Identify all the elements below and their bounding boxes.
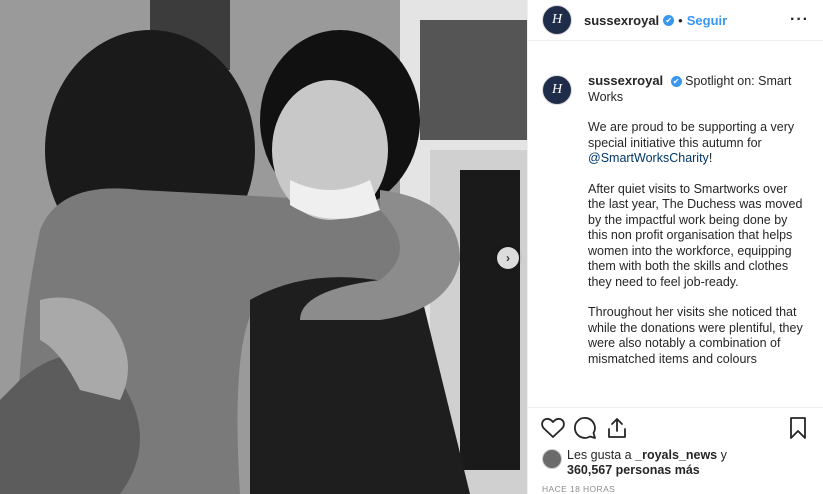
post-timestamp[interactable]: HACE 18 HORAS (528, 478, 823, 494)
follow-button[interactable]: Seguir (687, 13, 727, 28)
heart-icon (541, 417, 565, 438)
likes-conjunction: y (720, 448, 727, 462)
caption-text: sussexroyal ✔ Spotlight on: Smart Works … (588, 73, 807, 367)
mention-link[interactable]: @SmartWorksCharity (588, 151, 709, 165)
post-header: H sussexroyal ✔ • Seguir ··· (528, 0, 823, 41)
more-options-icon[interactable]: ··· (790, 11, 809, 29)
likes-count[interactable]: 360,567 (567, 463, 612, 477)
caption-username[interactable]: sussexroyal (588, 73, 663, 88)
verified-badge-icon: ✔ (670, 76, 682, 88)
post-side-panel: H sussexroyal ✔ • Seguir ··· H sussexroy… (527, 0, 823, 494)
avatar-monogram: H (551, 82, 563, 97)
liker-avatar[interactable] (542, 449, 562, 469)
share-button[interactable] (604, 415, 630, 441)
likes-summary: Les gusta a _royals_news y 360,567 perso… (528, 446, 823, 478)
likes-text: Les gusta a _royals_news y 360,567 perso… (567, 448, 727, 478)
verified-badge-icon: ✔ (663, 14, 675, 26)
caption-row: H sussexroyal ✔ Spotlight on: Smart Work… (542, 73, 807, 367)
like-button[interactable] (540, 415, 566, 441)
caption-paragraph-3: Throughout her visits she noticed that w… (588, 305, 803, 366)
comment-icon (574, 417, 596, 439)
avatar-monogram: H (551, 12, 563, 27)
caption-avatar[interactable]: H (542, 75, 572, 105)
post-photo[interactable]: › (0, 0, 527, 494)
bookmark-icon (790, 417, 806, 439)
caption-area[interactable]: H sussexroyal ✔ Spotlight on: Smart Work… (528, 41, 823, 408)
caption-paragraph-2: After quiet visits to Smartworks over th… (588, 181, 803, 289)
chevron-right-icon: › (506, 251, 510, 265)
separator-dot: • (678, 12, 683, 28)
header-username[interactable]: sussexroyal (584, 13, 659, 28)
mention-suffix: ! (708, 151, 713, 165)
photo-illustration (0, 0, 527, 494)
share-upload-icon (608, 418, 626, 438)
account-avatar[interactable]: H (542, 5, 572, 35)
liker-username[interactable]: _royals_news (635, 448, 717, 462)
carousel-next-button[interactable]: › (497, 247, 519, 269)
action-bar (528, 410, 823, 446)
likes-suffix[interactable]: personas más (616, 463, 700, 477)
caption-paragraph-1-text: We are proud to be supporting a very spe… (588, 120, 795, 150)
likes-prefix: Les gusta a (567, 448, 632, 462)
instagram-post: › H sussexroyal ✔ • Seguir ··· H sussexr… (0, 0, 823, 494)
comment-button[interactable] (572, 415, 598, 441)
save-button[interactable] (785, 415, 811, 441)
caption-paragraph-1: We are proud to be supporting a very spe… (588, 120, 807, 167)
caption-head: sussexroyal ✔ Spotlight on: Smart Works (588, 73, 807, 105)
